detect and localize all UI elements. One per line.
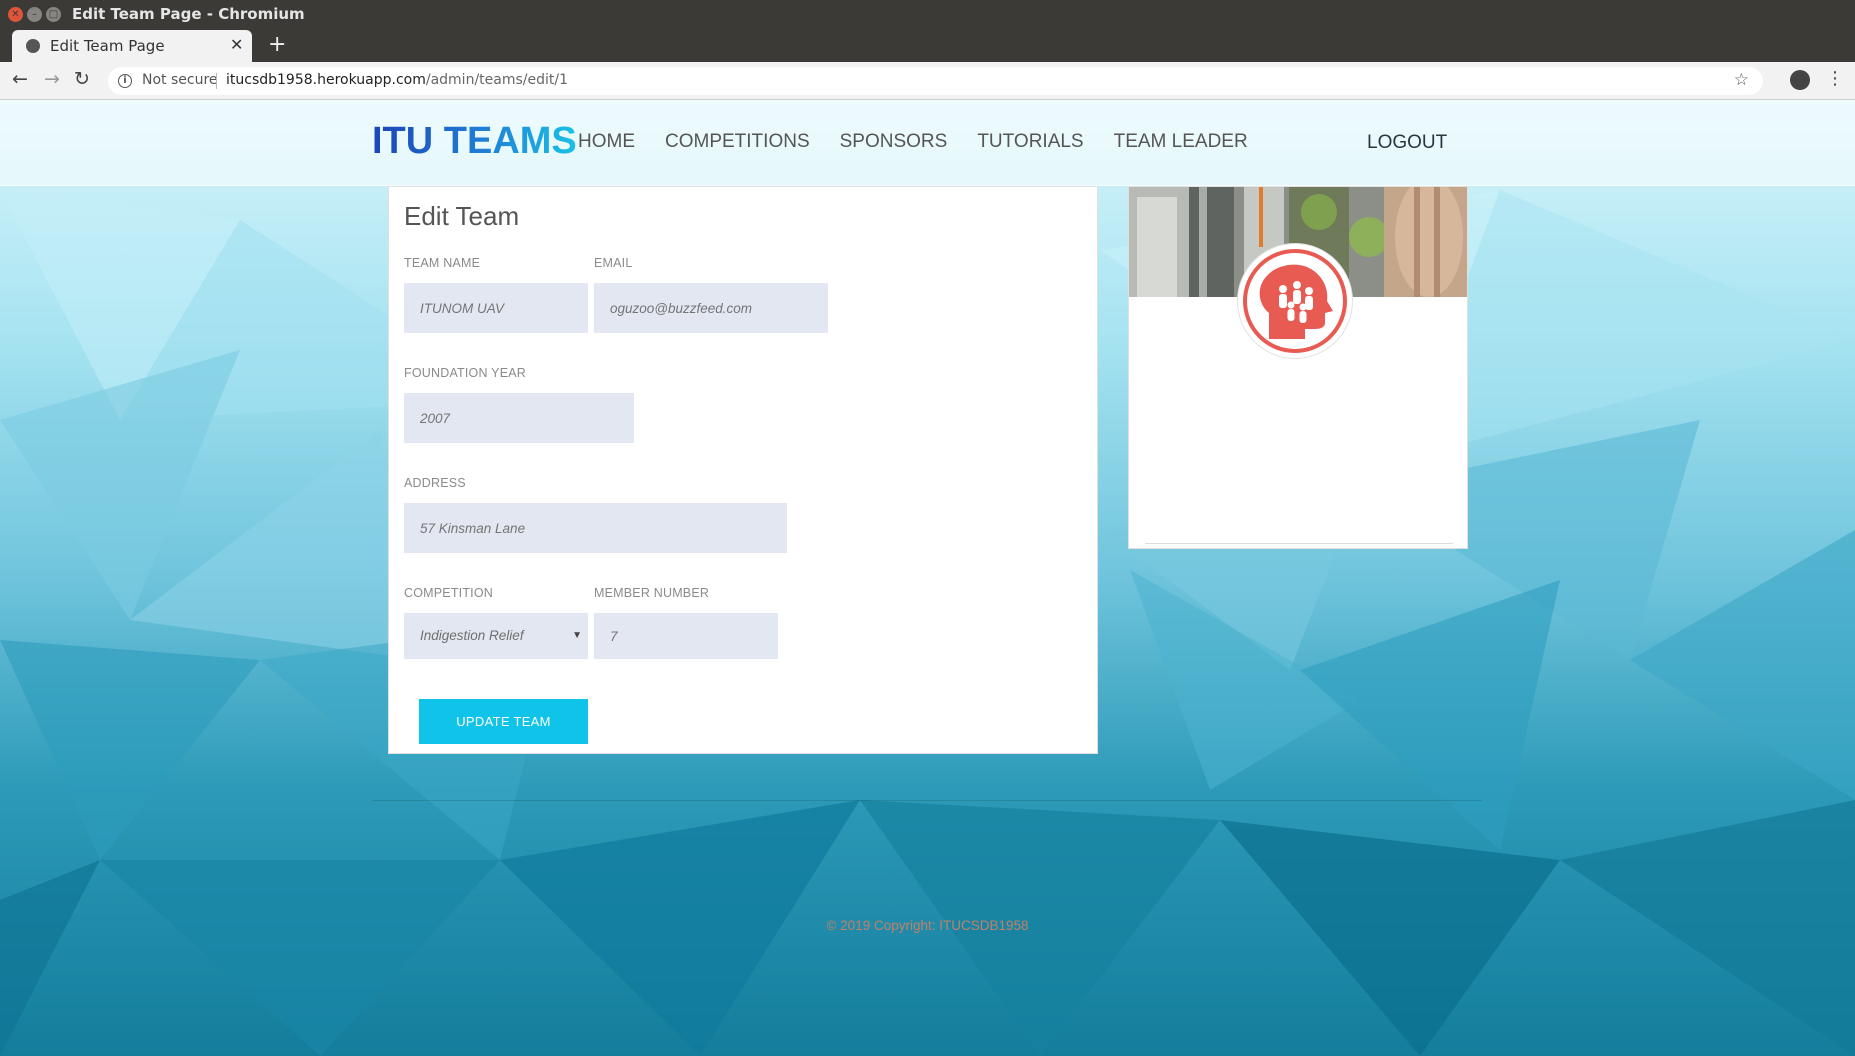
member-number-label: MEMBER NUMBER xyxy=(594,586,710,600)
foundation-year-input[interactable] xyxy=(404,393,634,443)
kebab-menu-icon[interactable]: ⋮ xyxy=(1826,68,1844,89)
footer-copyright: © 2019 Copyright: ITUCSDB1958 xyxy=(826,918,1029,933)
foundation-year-label: FOUNDATION YEAR xyxy=(404,366,526,380)
tab-title: Edit Team Page xyxy=(50,37,165,55)
nav-link-home[interactable]: HOME xyxy=(578,131,635,153)
address-bar[interactable]: i Not secure itucsdb1958.herokuapp.com/a… xyxy=(108,67,1763,95)
browser-tab[interactable]: Edit Team Page ✕ xyxy=(12,30,252,62)
omnibox-separator xyxy=(216,73,217,89)
url-text[interactable]: itucsdb1958.herokuapp.com/admin/teams/ed… xyxy=(226,72,568,88)
maximize-icon: □ xyxy=(48,9,59,20)
security-label: Not secure xyxy=(142,72,218,88)
browser-toolbar: ← → ↻ i Not secure itucsdb1958.herokuapp… xyxy=(0,62,1855,100)
email-label: EMAIL xyxy=(594,256,633,270)
profile-divider xyxy=(1145,543,1453,544)
footer-divider xyxy=(372,800,1482,801)
minimize-icon: – xyxy=(32,9,37,20)
member-number-input[interactable] xyxy=(594,613,778,659)
url-host: itucsdb1958.herokuapp.com xyxy=(226,72,426,88)
nav-link-team-leader[interactable]: TEAM LEADER xyxy=(1114,131,1248,153)
update-team-button[interactable]: UPDATE TEAM xyxy=(419,699,588,744)
account-icon[interactable] xyxy=(1790,70,1810,90)
window-close-button[interactable]: ✕ xyxy=(8,7,23,22)
window-maximize-button[interactable]: □ xyxy=(46,7,61,22)
competition-select[interactable]: Indigestion Relief ▼ xyxy=(404,613,588,659)
url-path: /admin/teams/edit/1 xyxy=(425,72,568,88)
new-tab-button[interactable]: + xyxy=(268,32,286,57)
address-input[interactable] xyxy=(404,503,787,553)
edit-team-card: Edit Team TEAM NAME EMAIL FOUNDATION YEA… xyxy=(388,186,1098,754)
star-icon[interactable]: ☆ xyxy=(1734,70,1749,90)
form-title: Edit Team xyxy=(404,201,520,231)
nav-links: HOME COMPETITIONS SPONSORS TUTORIALS TEA… xyxy=(578,131,1278,153)
globe-icon xyxy=(26,39,40,53)
competition-selected-value: Indigestion Relief xyxy=(420,628,524,643)
team-profile-card xyxy=(1128,186,1468,549)
team-avatar xyxy=(1237,243,1353,359)
tab-close-icon[interactable]: ✕ xyxy=(230,35,243,54)
dropdown-caret-icon: ▼ xyxy=(572,630,582,641)
page-content: ITU TEAMS HOME COMPETITIONS SPONSORS TUT… xyxy=(0,100,1855,1056)
site-navbar: ITU TEAMS HOME COMPETITIONS SPONSORS TUT… xyxy=(0,100,1855,186)
info-icon[interactable]: i xyxy=(118,74,132,88)
brand-logo[interactable]: ITU TEAMS xyxy=(372,120,577,163)
nav-link-competitions[interactable]: COMPETITIONS xyxy=(665,131,810,153)
window-title: Edit Team Page - Chromium xyxy=(72,5,305,23)
team-name-input[interactable] xyxy=(404,283,588,333)
team-head-icon xyxy=(1243,249,1347,353)
tab-strip: Edit Team Page ✕ + xyxy=(0,30,1855,62)
email-input[interactable] xyxy=(594,283,828,333)
team-name-label: TEAM NAME xyxy=(404,256,481,270)
competition-label: COMPETITION xyxy=(404,586,494,600)
close-icon: ✕ xyxy=(11,9,20,20)
reload-icon[interactable]: ↻ xyxy=(74,68,90,90)
nav-link-sponsors[interactable]: SPONSORS xyxy=(840,131,948,153)
window-titlebar: ✕ – □ Edit Team Page - Chromium xyxy=(0,0,1855,30)
window-minimize-button[interactable]: – xyxy=(27,7,42,22)
address-label: ADDRESS xyxy=(404,476,466,490)
nav-link-tutorials[interactable]: TUTORIALS xyxy=(977,131,1083,153)
back-arrow-icon[interactable]: ← xyxy=(12,68,28,90)
logout-link[interactable]: LOGOUT xyxy=(1367,132,1447,154)
forward-arrow-icon[interactable]: → xyxy=(44,68,60,90)
